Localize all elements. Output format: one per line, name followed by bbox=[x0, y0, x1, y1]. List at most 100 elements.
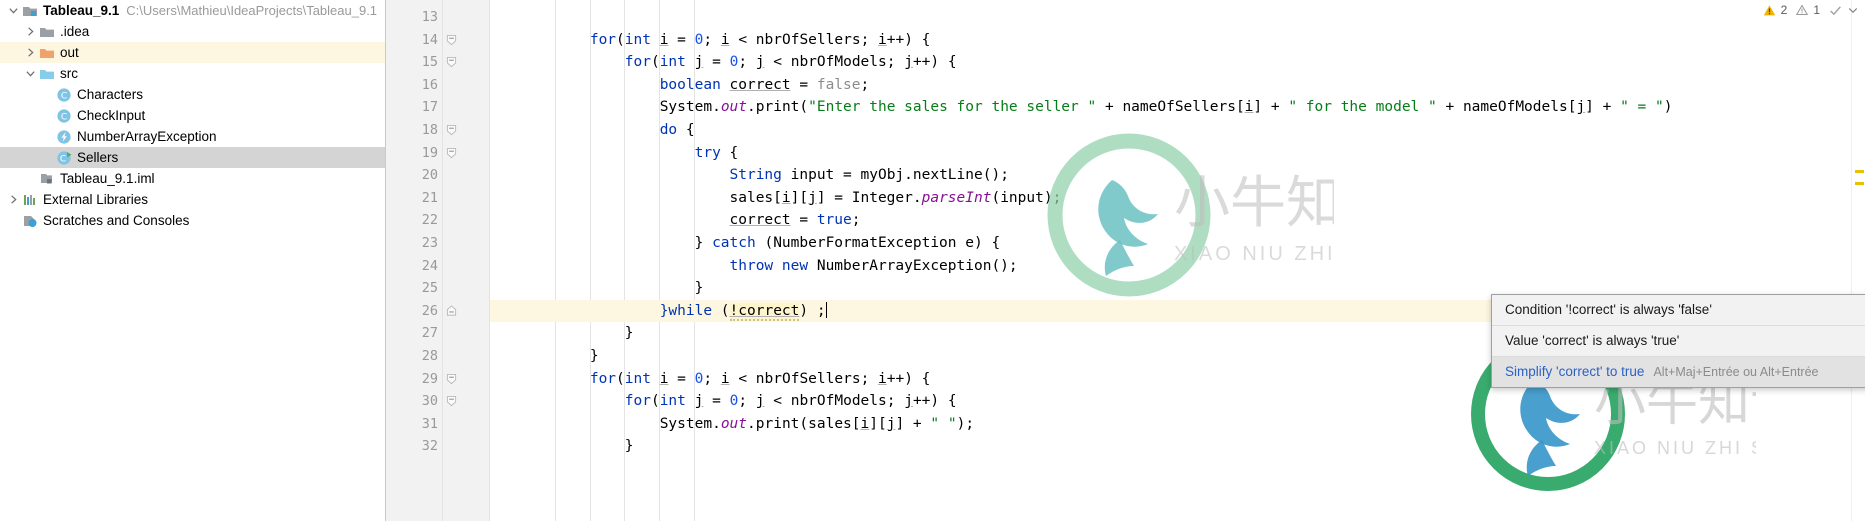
fold-collapse-icon[interactable] bbox=[444, 142, 458, 165]
tree-item-label: Characters bbox=[77, 87, 144, 102]
fold-collapse-icon[interactable] bbox=[444, 368, 458, 391]
inspection-status-widget[interactable]: 2 1 bbox=[1763, 0, 1865, 20]
popup-item-label: Simplify 'correct' to true bbox=[1505, 364, 1645, 379]
popup-action-item[interactable]: Simplify 'correct' to true Alt+Maj+Entrée… bbox=[1492, 356, 1865, 387]
code-line-text: throw new NumberArrayException(); bbox=[729, 257, 1018, 274]
line-number[interactable]: 18 bbox=[386, 119, 438, 142]
tree-item-src[interactable]: src bbox=[0, 63, 385, 84]
chevron-right-icon[interactable] bbox=[6, 194, 21, 205]
line-number[interactable]: 29 bbox=[386, 368, 438, 391]
code-line[interactable]: } catch (NumberFormatException e) { bbox=[490, 232, 1865, 255]
tree-item-numberarrayexception[interactable]: NumberArrayException bbox=[0, 126, 385, 147]
fold-collapse-icon[interactable] bbox=[444, 29, 458, 52]
code-line-text: correct = true; bbox=[729, 212, 861, 229]
code-line[interactable]: sales[i][j] = Integer.parseInt(input); bbox=[490, 187, 1865, 210]
code-line[interactable]: for(int j = 0; j < nbrOfModels; j++) { bbox=[490, 390, 1865, 413]
code-line[interactable]: do { bbox=[490, 119, 1865, 142]
tree-item-label: NumberArrayException bbox=[77, 129, 217, 144]
checkmark-icon[interactable] bbox=[1829, 4, 1842, 17]
code-line-text: for(int j = 0; j < nbrOfModels; j++) { bbox=[624, 54, 957, 71]
tree-item-out[interactable]: out bbox=[0, 42, 385, 63]
code-line-text: } bbox=[520, 438, 634, 455]
fold-collapse-icon[interactable] bbox=[444, 51, 458, 74]
tree-item-checkinput[interactable]: C CheckInput bbox=[0, 105, 385, 126]
code-editor[interactable]: 13 14 15 16 17 18 19 20 21 22 23 24 25 26 27 28 29 30 31 32… bbox=[386, 0, 1865, 521]
folder-grey-icon bbox=[38, 24, 56, 40]
tree-item-label: .idea bbox=[60, 24, 90, 39]
code-line[interactable]: System.out.print("Enter the sales for th… bbox=[490, 96, 1865, 119]
code-line-text: System.out.print(sales[i][j] + " "); bbox=[659, 415, 975, 432]
line-number[interactable]: 30 bbox=[386, 390, 438, 413]
tree-item-idea[interactable]: .idea bbox=[0, 21, 385, 42]
line-number[interactable]: 25 bbox=[386, 277, 438, 300]
code-line[interactable]: } bbox=[490, 435, 1865, 458]
tree-item-external-libraries[interactable]: External Libraries bbox=[0, 189, 385, 210]
tree-item-tableau-9-1[interactable]: Tableau_9.1 C:\Users\Mathieu\IdeaProjects… bbox=[0, 0, 385, 21]
line-number[interactable]: 19 bbox=[386, 142, 438, 165]
code-line[interactable]: correct = true; bbox=[490, 209, 1865, 232]
line-number[interactable]: 32 bbox=[386, 435, 438, 458]
svg-text:C: C bbox=[61, 91, 67, 101]
code-line[interactable]: System.out.print(sales[i][j] + " "); bbox=[490, 413, 1865, 436]
fold-collapse-icon[interactable] bbox=[444, 119, 458, 142]
marker-warning-2[interactable] bbox=[1855, 182, 1864, 185]
tree-item-scratches-and-consoles[interactable]: Scratches and Consoles bbox=[0, 210, 385, 231]
svg-text:C: C bbox=[60, 154, 66, 164]
tree-item-tableau-9-1-iml[interactable]: Tableau_9.1.iml bbox=[0, 168, 385, 189]
inspection-popup[interactable]: Condition '!correct' is always 'false' Va… bbox=[1491, 294, 1865, 388]
tree-item-label: Tableau_9.1.iml bbox=[60, 171, 155, 186]
popup-message-item[interactable]: Condition '!correct' is always 'false' bbox=[1492, 295, 1865, 325]
external-libraries-icon bbox=[21, 192, 39, 208]
line-number[interactable]: 16 bbox=[386, 74, 438, 97]
line-number[interactable]: 17 bbox=[386, 96, 438, 119]
code-line[interactable]: String input = myObj.nextLine(); bbox=[490, 164, 1865, 187]
chevron-down-icon[interactable] bbox=[6, 5, 21, 16]
tree-item-label: Sellers bbox=[77, 150, 119, 165]
marker-warning-1[interactable] bbox=[1855, 170, 1864, 173]
chevron-down-icon[interactable] bbox=[1847, 4, 1859, 16]
chevron-down-icon[interactable] bbox=[23, 68, 38, 79]
line-number[interactable]: 22 bbox=[386, 209, 438, 232]
folder-orange-icon bbox=[38, 45, 56, 61]
line-number[interactable]: 28 bbox=[386, 345, 438, 368]
tree-item-path: C:\Users\Mathieu\IdeaProjects\Tableau_9.… bbox=[126, 3, 378, 18]
line-number[interactable]: 20 bbox=[386, 164, 438, 187]
folder-blue-icon bbox=[38, 66, 56, 82]
chevron-right-icon[interactable] bbox=[23, 47, 38, 58]
code-line[interactable]: boolean correct = false; bbox=[490, 74, 1865, 97]
fold-expand-icon[interactable] bbox=[444, 300, 458, 323]
fold-collapse-icon[interactable] bbox=[444, 390, 458, 413]
warning-count: 1 bbox=[1813, 3, 1820, 17]
error-count: 2 bbox=[1780, 3, 1788, 17]
line-number[interactable]: 21 bbox=[386, 187, 438, 210]
code-text-area[interactable]: for(int i = 0; i < nbrOfSellers; i++) { … bbox=[490, 0, 1865, 521]
line-number[interactable]: 31 bbox=[386, 413, 438, 436]
code-line-text: for(int j = 0; j < nbrOfModels; j++) { bbox=[624, 393, 957, 410]
line-number[interactable]: 15 bbox=[386, 51, 438, 74]
line-number[interactable]: 23 bbox=[386, 232, 438, 255]
line-number[interactable]: 26 bbox=[386, 300, 438, 323]
chevron-right-icon[interactable] bbox=[23, 26, 38, 37]
tree-item-sellers[interactable]: C Sellers bbox=[0, 147, 385, 168]
line-number[interactable]: 24 bbox=[386, 255, 438, 278]
code-line-text: } bbox=[520, 348, 599, 364]
editor-marker-bar[interactable] bbox=[1851, 0, 1865, 521]
code-line[interactable]: for(int j = 0; j < nbrOfModels; j++) { bbox=[490, 51, 1865, 74]
project-tool-window[interactable]: Tableau_9.1 C:\Users\Mathieu\IdeaProjects… bbox=[0, 0, 386, 521]
popup-message-item[interactable]: Value 'correct' is always 'true' bbox=[1492, 325, 1865, 356]
line-number[interactable]: 14 bbox=[386, 29, 438, 52]
code-line[interactable]: throw new NumberArrayException(); bbox=[490, 255, 1865, 278]
code-line[interactable]: try { bbox=[490, 142, 1865, 165]
tree-item-characters[interactable]: C Characters bbox=[0, 84, 385, 105]
code-line[interactable] bbox=[490, 6, 1865, 29]
line-number[interactable]: 27 bbox=[386, 322, 438, 345]
java-runnable-class-icon: C bbox=[55, 150, 73, 166]
line-number[interactable]: 13 bbox=[386, 6, 438, 29]
tree-item-label: Scratches and Consoles bbox=[43, 213, 190, 228]
code-line-text: for(int i = 0; i < nbrOfSellers; i++) { bbox=[589, 31, 931, 48]
code-line[interactable]: for(int i = 0; i < nbrOfSellers; i++) { bbox=[490, 29, 1865, 52]
tree-item-label: Tableau_9.1 bbox=[43, 3, 120, 18]
